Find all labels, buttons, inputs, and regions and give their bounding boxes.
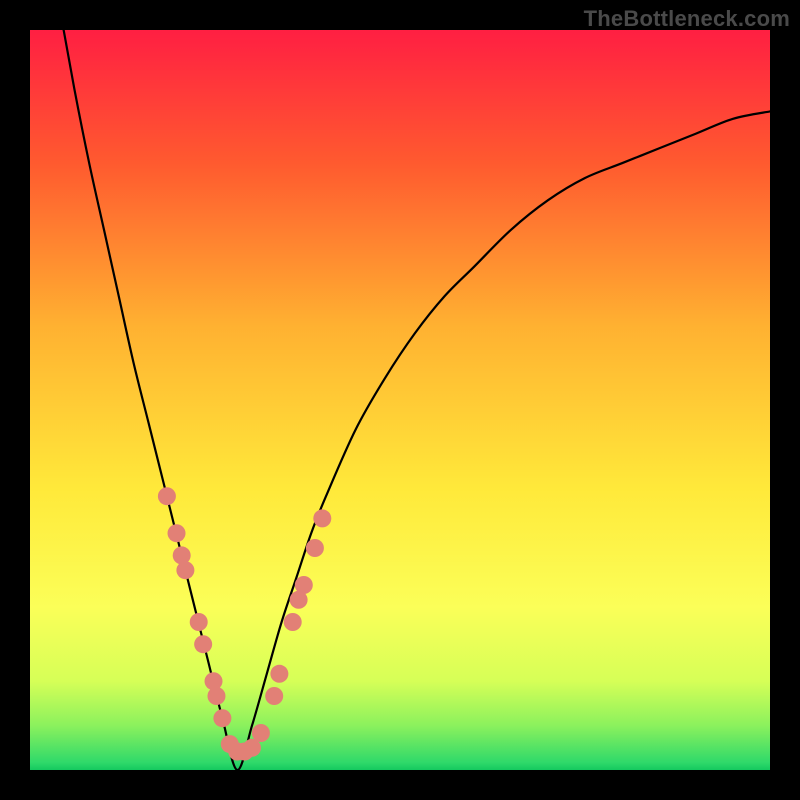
watermark-text: TheBottleneck.com: [584, 6, 790, 32]
highlight-dot: [270, 665, 288, 683]
highlight-dot: [306, 539, 324, 557]
highlight-dot: [213, 709, 231, 727]
highlight-dot: [176, 561, 194, 579]
highlight-dot: [190, 613, 208, 631]
plot-svg: [30, 30, 770, 770]
highlight-dot: [205, 672, 223, 690]
highlight-dot: [168, 524, 186, 542]
highlight-dot: [295, 576, 313, 594]
plot-area: [30, 30, 770, 770]
highlight-dot: [313, 509, 331, 527]
gradient-background: [30, 30, 770, 770]
highlight-dot: [265, 687, 283, 705]
highlight-dot: [252, 724, 270, 742]
highlight-dot: [158, 487, 176, 505]
highlight-dot: [284, 613, 302, 631]
highlight-dot: [207, 687, 225, 705]
chart-frame: TheBottleneck.com: [0, 0, 800, 800]
highlight-dot: [194, 635, 212, 653]
